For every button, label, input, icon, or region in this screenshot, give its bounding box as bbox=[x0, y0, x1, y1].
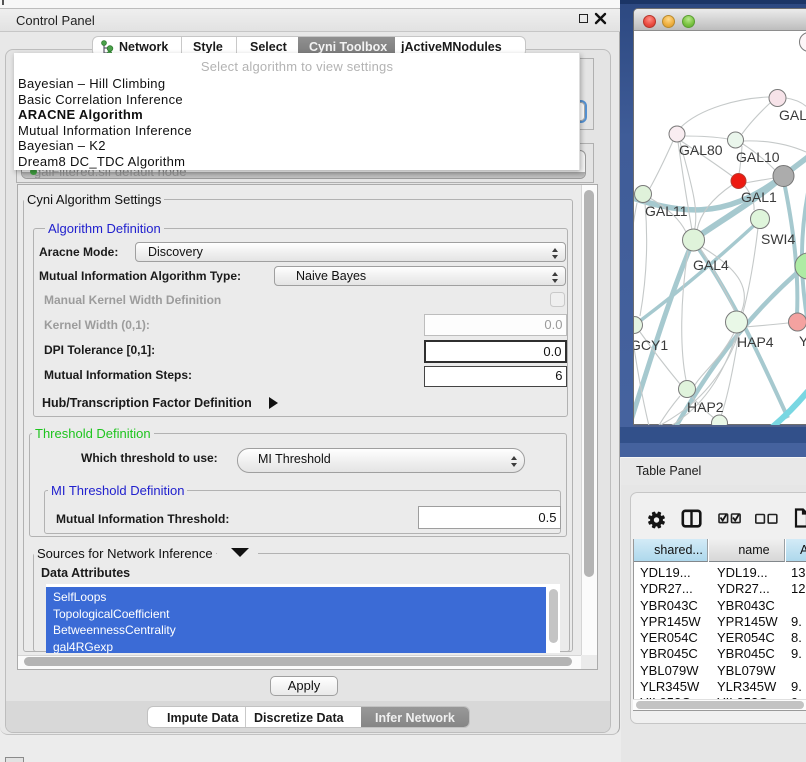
svg-text:HAP2: HAP2 bbox=[687, 399, 724, 415]
svg-text:SWI4: SWI4 bbox=[761, 231, 795, 247]
svg-text:GAL1: GAL1 bbox=[741, 189, 777, 205]
svg-text:GAL: GAL bbox=[779, 107, 806, 123]
svg-text:HAP4: HAP4 bbox=[737, 334, 774, 350]
svg-text:GAL10: GAL10 bbox=[736, 149, 780, 165]
svg-text:GCY1: GCY1 bbox=[634, 337, 668, 353]
svg-text:GAL11: GAL11 bbox=[645, 203, 688, 219]
svg-text:Y: Y bbox=[799, 333, 806, 349]
svg-text:GAL80: GAL80 bbox=[679, 142, 723, 158]
svg-text:GAL4: GAL4 bbox=[693, 257, 729, 273]
